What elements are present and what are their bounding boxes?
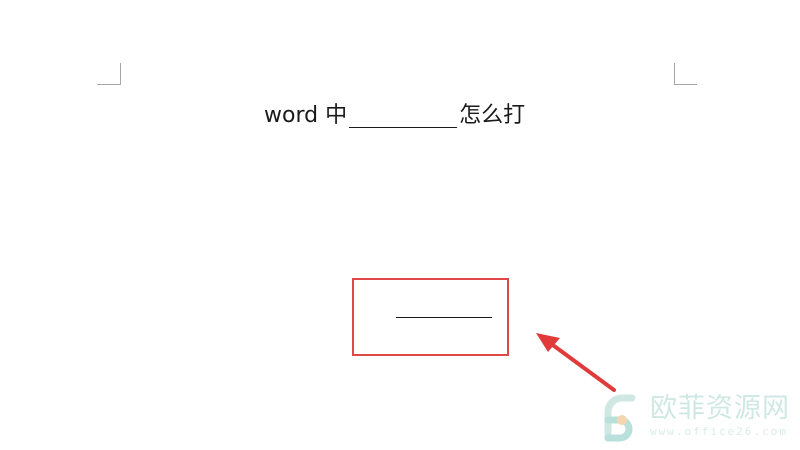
watermark: 欧菲资源网 www.office26.com (596, 388, 796, 444)
watermark-url: www.office26.com (650, 425, 788, 438)
page-margin-mark-top-left (97, 63, 121, 85)
document-page: word 中 怎么打 欧菲资源网 www.office26.com (0, 0, 800, 450)
heading-prefix: word 中 (264, 103, 348, 128)
heading-blank-underline (349, 126, 458, 128)
heading-suffix: 怎么打 (459, 103, 526, 128)
document-heading: word 中 怎么打 (264, 101, 525, 131)
underline-sample (396, 317, 492, 318)
pointer-arrow-icon (536, 333, 616, 392)
watermark-title: 欧菲资源网 (650, 393, 790, 424)
office26-logo-icon (604, 394, 636, 442)
page-margin-mark-top-right (674, 63, 697, 85)
